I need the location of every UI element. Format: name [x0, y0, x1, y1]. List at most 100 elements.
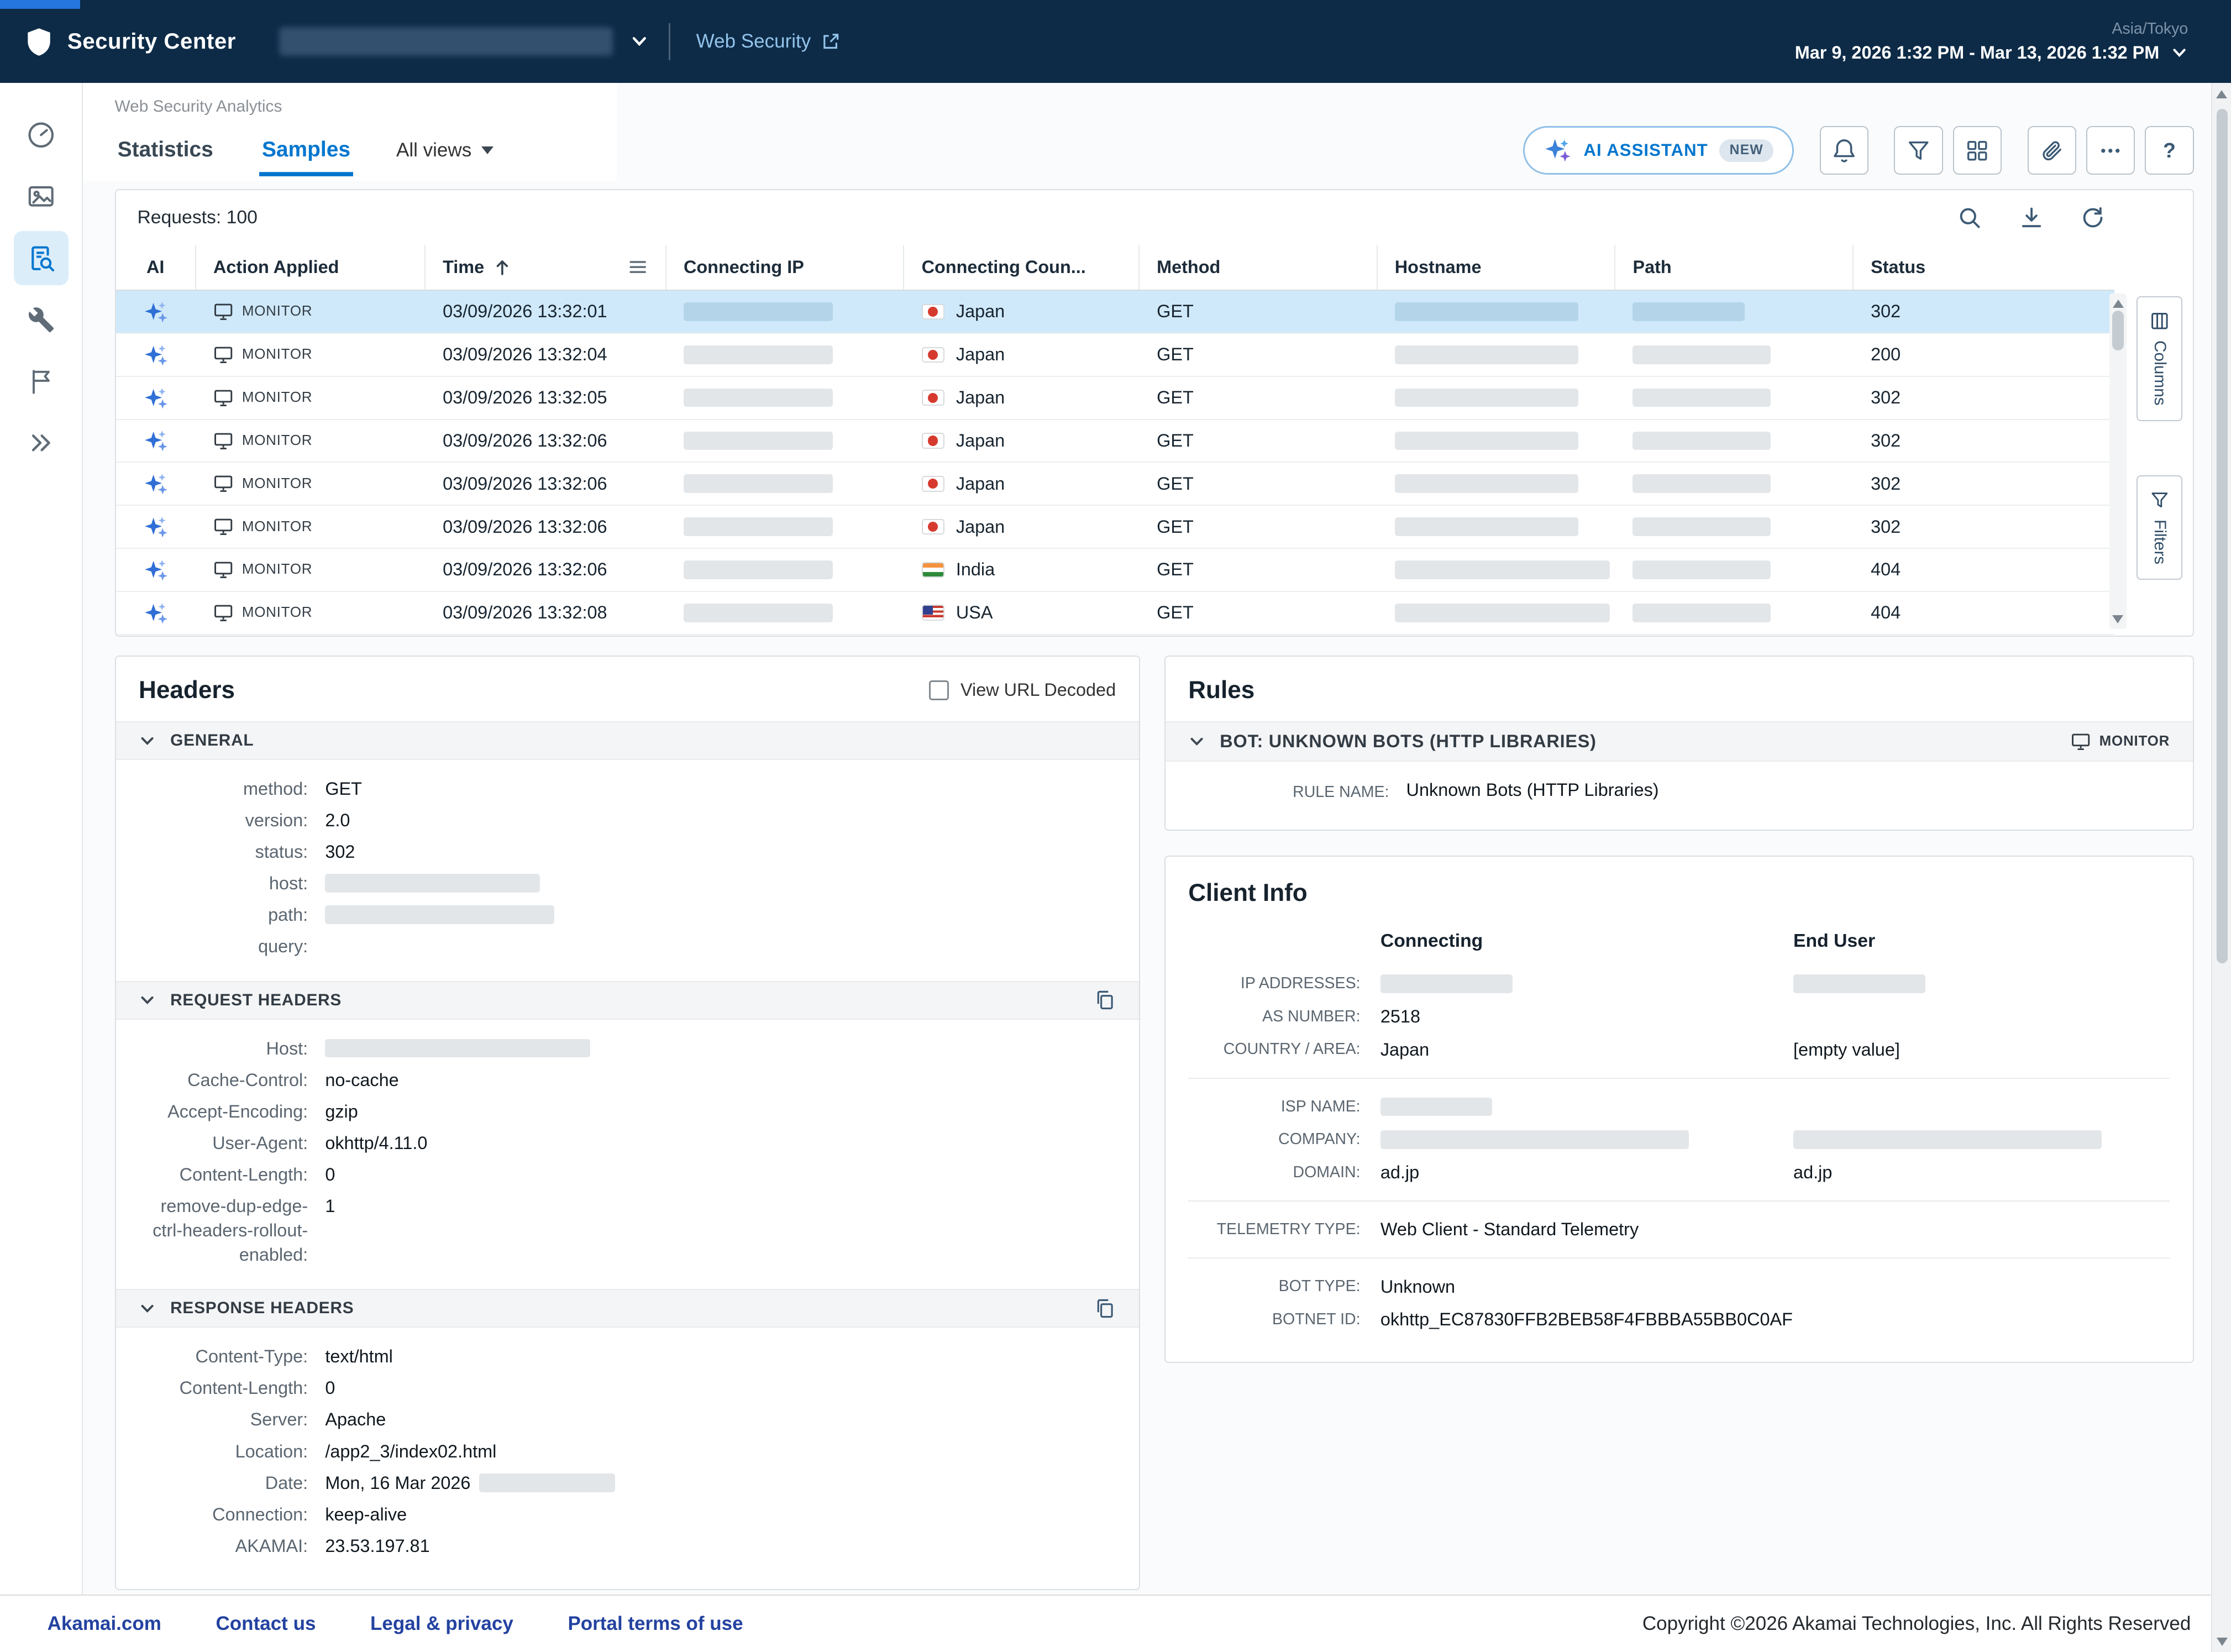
action-applied-cell: MONITOR	[196, 334, 426, 376]
rules-panel-head: Rules	[1166, 674, 2193, 721]
footer-link[interactable]: Portal terms of use	[568, 1613, 743, 1635]
rules-panel: Rules BOT: UNKNOWN BOTS (HTTP LIBRARIES)…	[1164, 655, 2194, 831]
section-response-headers-header[interactable]: RESPONSE HEADERS	[116, 1289, 1139, 1328]
sidebar-item-tools[interactable]	[14, 292, 69, 347]
hostname-cell	[1378, 420, 1616, 462]
redacted-value	[684, 389, 833, 407]
column-header-status[interactable]: Status	[1854, 245, 2114, 290]
table-row[interactable]: MONITOR 03/09/2026 13:32:06 India GET	[116, 549, 2115, 592]
status-cell: 302	[1854, 377, 2114, 419]
sidebar-item-dashboard[interactable]	[14, 108, 69, 162]
section-request-headers-title: REQUEST HEADERS	[170, 991, 342, 1010]
sidebar-item-flags[interactable]	[14, 354, 69, 409]
filter-icon	[1907, 139, 1930, 162]
redacted-value	[1632, 432, 1770, 450]
view-url-decoded-checkbox[interactable]: View URL Decoded	[929, 680, 1116, 700]
connecting-value	[1380, 974, 1793, 993]
column-header-time[interactable]: Time	[426, 245, 666, 290]
client-info-rows: IP ADDRESSES:	[1166, 967, 2193, 1336]
tab-statistics[interactable]: Statistics	[115, 125, 216, 176]
table-row[interactable]: MONITOR 03/09/2026 13:32:05 Japan GET	[116, 377, 2115, 420]
column-header-connecting-ip[interactable]: Connecting IP	[666, 245, 905, 290]
column-menu-icon[interactable]	[628, 257, 648, 277]
copy-icon[interactable]	[1094, 1298, 1116, 1319]
column-header-connecting-country[interactable]: Connecting Coun...	[904, 245, 1139, 290]
sort-asc-icon	[493, 258, 512, 277]
views-dropdown[interactable]: All views	[396, 139, 494, 161]
attachment-button[interactable]	[2028, 126, 2076, 175]
columns-side-tab[interactable]: Columns	[2136, 296, 2182, 421]
account-selector[interactable]	[279, 17, 649, 66]
field-label: host:	[139, 871, 308, 895]
scrollbar-thumb[interactable]	[2112, 311, 2124, 351]
footer-link[interactable]: Contact us	[216, 1613, 316, 1635]
scroll-up-arrow[interactable]	[2113, 300, 2124, 308]
ai-cell	[116, 592, 196, 634]
scroll-down-arrow[interactable]	[2112, 615, 2123, 623]
section-general-header[interactable]: GENERAL	[116, 721, 1139, 760]
field-value: Apache	[325, 1407, 1116, 1431]
column-header-hostname[interactable]: Hostname	[1378, 245, 1616, 290]
tab-samples[interactable]: Samples	[259, 125, 353, 176]
path-cell	[1615, 506, 1854, 548]
view-settings-button[interactable]	[1953, 126, 2002, 175]
path-cell	[1615, 463, 1854, 505]
field-label: Cache-Control:	[139, 1068, 308, 1092]
page-scroll-down-arrow[interactable]	[2217, 1638, 2228, 1646]
hostname-cell	[1378, 592, 1616, 634]
footer: Akamai.com Contact us Legal & privacy Porta…	[0, 1595, 2231, 1652]
redacted-value	[684, 432, 833, 450]
field-value-text: 0	[325, 1376, 335, 1400]
table-row[interactable]: MONITOR 03/09/2026 13:32:06 Japan GET	[116, 463, 2115, 506]
date-range-picker[interactable]: Mar 9, 2026 1:32 PM - Mar 13, 2026 1:32 …	[1795, 43, 2188, 63]
copyright-text: Copyright ©2026 Akamai Technologies, Inc…	[1642, 1613, 2191, 1635]
filters-side-tab[interactable]: Filters	[2136, 475, 2182, 580]
filter-button[interactable]	[1894, 126, 1943, 175]
table-row[interactable]: MONITOR 03/09/2026 13:32:06 Japan GET	[116, 506, 2115, 549]
topbar-right: Asia/Tokyo Mar 9, 2026 1:32 PM - Mar 13,…	[1795, 20, 2188, 63]
field-label: Accept-Encoding:	[139, 1099, 308, 1124]
help-button[interactable]: ?	[2145, 126, 2193, 175]
sidebar-item-analytics[interactable]	[14, 231, 69, 286]
field-label: Server:	[139, 1407, 308, 1431]
page-scrollbar-thumb[interactable]	[2217, 109, 2228, 963]
country-label: Japan	[956, 387, 1005, 408]
sidebar-collapse-button[interactable]	[14, 416, 69, 470]
footer-link[interactable]: Akamai.com	[48, 1613, 161, 1635]
ai-assistant-button[interactable]: AI ASSISTANT NEW	[1523, 126, 1794, 175]
footer-link[interactable]: Legal & privacy	[370, 1613, 513, 1635]
chevron-down-icon	[2171, 44, 2188, 61]
web-security-link[interactable]: Web Security	[696, 30, 841, 53]
copy-icon[interactable]	[1094, 989, 1116, 1011]
right-column: Rules BOT: UNKNOWN BOTS (HTTP LIBRARIES)…	[1164, 655, 2194, 1363]
connecting-value: ad.jp	[1380, 1162, 1793, 1183]
page-scroll-up-arrow[interactable]	[2216, 90, 2227, 98]
search-icon[interactable]	[1957, 206, 1982, 230]
rule-header-bar[interactable]: BOT: UNKNOWN BOTS (HTTP LIBRARIES) MONIT…	[1166, 721, 2193, 762]
field-value: no-cache	[325, 1068, 1116, 1092]
table-row[interactable]: MONITOR 03/09/2026 13:32:06 Japan GET	[116, 420, 2115, 463]
notifications-button[interactable]	[1820, 126, 1868, 175]
refresh-icon[interactable]	[2081, 206, 2105, 230]
shield-icon	[23, 26, 55, 57]
table-row[interactable]: MONITOR 03/09/2026 13:32:08 USA GET	[116, 592, 2115, 635]
download-icon[interactable]	[2019, 206, 2044, 230]
column-header-action-applied[interactable]: Action Applied	[196, 245, 426, 290]
sidebar-item-media[interactable]	[14, 169, 69, 224]
header-field: Connection: keep-alive	[139, 1498, 1116, 1530]
checkbox-icon	[929, 680, 949, 700]
header-field: Host:	[139, 1032, 1116, 1064]
field-label: Content-Type:	[139, 1344, 308, 1368]
column-header-ai[interactable]: AI	[116, 245, 196, 290]
field-value: Mon, 16 Mar 2026	[325, 1471, 1116, 1495]
field-value: /app2_3/index02.html	[325, 1439, 1116, 1464]
table-row[interactable]: MONITOR 03/09/2026 13:32:01 Japan GET	[116, 291, 2115, 334]
column-header-path[interactable]: Path	[1615, 245, 1854, 290]
more-button[interactable]	[2086, 126, 2135, 175]
action-applied-cell: MONITOR	[196, 549, 426, 591]
section-request-headers-header[interactable]: REQUEST HEADERS	[116, 981, 1139, 1020]
table-row[interactable]: MONITOR 03/09/2026 13:32:04 Japan GET	[116, 334, 2115, 377]
method-cell: GET	[1140, 334, 1378, 376]
column-header-method[interactable]: Method	[1140, 245, 1378, 290]
section-general-title: GENERAL	[170, 731, 254, 750]
